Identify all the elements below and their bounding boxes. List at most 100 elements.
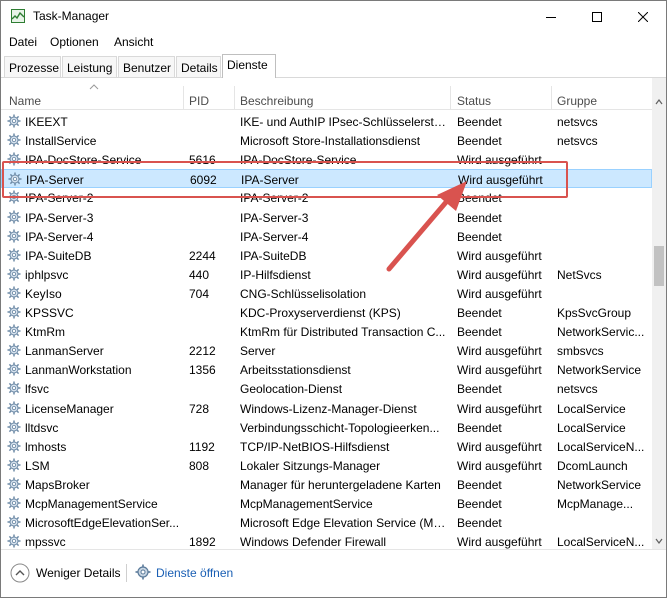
service-name: iphlpsvc (25, 267, 69, 282)
column-divider[interactable] (551, 86, 552, 110)
tab-prozesse[interactable]: Prozesse (4, 56, 61, 78)
column-header-pid[interactable]: PID (189, 94, 209, 108)
sort-ascending-icon (89, 84, 99, 90)
service-name: lfsvc (25, 382, 49, 397)
table-row-selected[interactable]: IPA-Server 6092 IPA-Server Wird ausgeführt (1, 169, 652, 189)
scrollbar-thumb[interactable] (654, 246, 664, 286)
title-bar[interactable]: Task-Manager (1, 1, 666, 32)
table-row[interactable]: IPA-Server-3 IPA-Server-3 Beendet (1, 208, 652, 227)
table-row[interactable]: mpssvc 1892 Windows Defender Firewall Wird … (1, 532, 652, 549)
tab-dienste[interactable]: Dienste (222, 54, 276, 78)
table-row[interactable]: lmhosts 1192 TCP/IP-NetBIOS-Hilfsdienst Wir… (1, 437, 652, 456)
service-pid: 728 (189, 401, 210, 416)
menu-optionen[interactable]: Optionen (50, 35, 99, 49)
column-divider[interactable] (450, 86, 451, 110)
service-gear-icon (7, 343, 21, 357)
column-header-status[interactable]: Status (457, 94, 491, 108)
table-row[interactable]: IPA-Server-4 IPA-Server-4 Beendet (1, 227, 652, 246)
column-header-name[interactable]: Name (9, 94, 41, 108)
service-description: Microsoft Edge Elevation Service (Mi... (240, 516, 446, 531)
vertical-scrollbar[interactable] (652, 78, 666, 549)
fewer-details-button[interactable]: Weniger Details (36, 566, 120, 580)
table-row[interactable]: lfsvc Geolocation-Dienst Beendet netsvcs (1, 379, 652, 398)
table-row[interactable]: KtmRm KtmRm für Distributed Transaction C… (1, 322, 652, 341)
service-group: LocalService (557, 420, 626, 435)
table-row[interactable]: iphlpsvc 440 IP-Hilfsdienst Wird ausgeführt… (1, 265, 652, 284)
table-row[interactable]: InstallService Microsoft Store-Installati… (1, 131, 652, 150)
service-description: KtmRm für Distributed Transaction C... (240, 325, 446, 340)
table-row[interactable]: LanmanServer 2212 Server Wird ausgeführt smb… (1, 341, 652, 360)
table-row[interactable]: IPA-SuiteDB 2244 IPA-SuiteDB Wird ausgeführ… (1, 246, 652, 265)
service-description: Arbeitsstationsdienst (240, 363, 351, 378)
column-header-description[interactable]: Beschreibung (240, 94, 313, 108)
table-row[interactable]: LSM 808 Lokaler Sitzungs-Manager Wird ausge… (1, 456, 652, 475)
service-status: Wird ausgeführt (457, 535, 542, 549)
service-description: Microsoft Store-Installationsdienst (240, 134, 421, 149)
close-button[interactable] (620, 1, 666, 32)
column-header-group[interactable]: Gruppe (557, 94, 597, 108)
service-name: lltdsvc (25, 420, 59, 435)
service-name: IPA-Server-2 (25, 191, 94, 206)
service-pid: 2212 (189, 344, 216, 359)
service-name: KPSSVC (25, 306, 74, 320)
table-row[interactable]: LanmanWorkstation 1356 Arbeitsstationsdien… (1, 360, 652, 379)
tab-details[interactable]: Details (176, 56, 221, 78)
service-name: IPA-SuiteDB (25, 248, 92, 263)
service-gear-icon (7, 133, 21, 147)
scroll-up-icon[interactable] (652, 94, 666, 110)
service-gear-icon (7, 534, 21, 548)
open-services-link[interactable]: Dienste öffnen (156, 566, 233, 580)
service-description: Verbindungsschicht-Topologieerken... (240, 420, 440, 435)
service-group: netsvcs (557, 134, 598, 149)
service-description: Server (240, 344, 276, 359)
service-group: LocalServiceN... (557, 439, 645, 454)
service-status: Beendet (457, 477, 502, 492)
service-pid: 1892 (189, 535, 216, 549)
service-gear-icon (7, 381, 21, 395)
minimize-button[interactable] (528, 1, 574, 32)
tab-benutzer[interactable]: Benutzer (118, 56, 175, 78)
service-name: mpssvc (25, 535, 66, 549)
table-row[interactable]: McpManagementService McpManagementService… (1, 494, 652, 513)
table-row[interactable]: MapsBroker Manager für heruntergeladene K… (1, 475, 652, 494)
task-manager-icon (11, 9, 25, 23)
service-name: lmhosts (25, 439, 67, 454)
service-description: Windows Defender Firewall (240, 535, 387, 549)
table-row[interactable]: IPA-Server-2 IPA-Server-2 Beendet (1, 188, 652, 207)
service-name: InstallService (25, 134, 97, 149)
service-description: McpManagementService (240, 497, 373, 511)
table-row[interactable]: MicrosoftEdgeElevationSer... Microsoft Ed… (1, 513, 652, 532)
table-row[interactable]: IPA-DocStore-Service 5616 IPA-DocStore-Ser… (1, 150, 652, 169)
maximize-button[interactable] (574, 1, 620, 32)
service-pid: 440 (189, 267, 210, 282)
services-gear-icon[interactable] (135, 564, 151, 580)
service-status: Wird ausgeführt (457, 458, 542, 473)
table-row[interactable]: LicenseManager 728 Windows-Lizenz-Manager-… (1, 399, 652, 418)
chevron-up-circle-icon[interactable] (10, 563, 30, 583)
service-name: IPA-Server-3 (25, 210, 94, 225)
scroll-down-icon[interactable] (652, 533, 666, 549)
service-description: IPA-SuiteDB (240, 248, 307, 263)
close-icon (638, 11, 648, 22)
service-gear-icon (7, 515, 21, 529)
table-row[interactable]: KeyIso 704 CNG-Schlüsselisolation Wird ausg… (1, 284, 652, 303)
service-gear-icon (7, 362, 21, 376)
table-row[interactable]: lltdsvc Verbindungsschicht-Topologieerken… (1, 418, 652, 437)
service-pid: 5616 (189, 153, 216, 168)
menu-datei[interactable]: Datei (9, 35, 37, 49)
service-group: NetworkService (557, 477, 642, 492)
tab-leistung[interactable]: Leistung (62, 56, 117, 78)
table-row[interactable]: IKEEXT IKE- und AuthIP IPsec-Schlüsselers… (1, 112, 652, 131)
service-name: MapsBroker (25, 477, 90, 492)
maximize-icon (592, 11, 602, 22)
service-pid: 6092 (190, 173, 217, 188)
service-description: Windows-Lizenz-Manager-Dienst (240, 401, 417, 416)
column-divider[interactable] (183, 86, 184, 110)
menu-ansicht[interactable]: Ansicht (114, 35, 153, 49)
column-divider[interactable] (234, 86, 235, 110)
service-group: McpManage... (557, 497, 634, 511)
menu-bar: Datei Optionen Ansicht (1, 32, 666, 52)
services-table: Name PID Beschreibung Status Gruppe IKEE… (1, 78, 666, 549)
service-status: Beendet (457, 229, 502, 244)
table-row[interactable]: KPSSVC KDC-Proxyserverdienst (KPS) Beendet… (1, 303, 652, 322)
